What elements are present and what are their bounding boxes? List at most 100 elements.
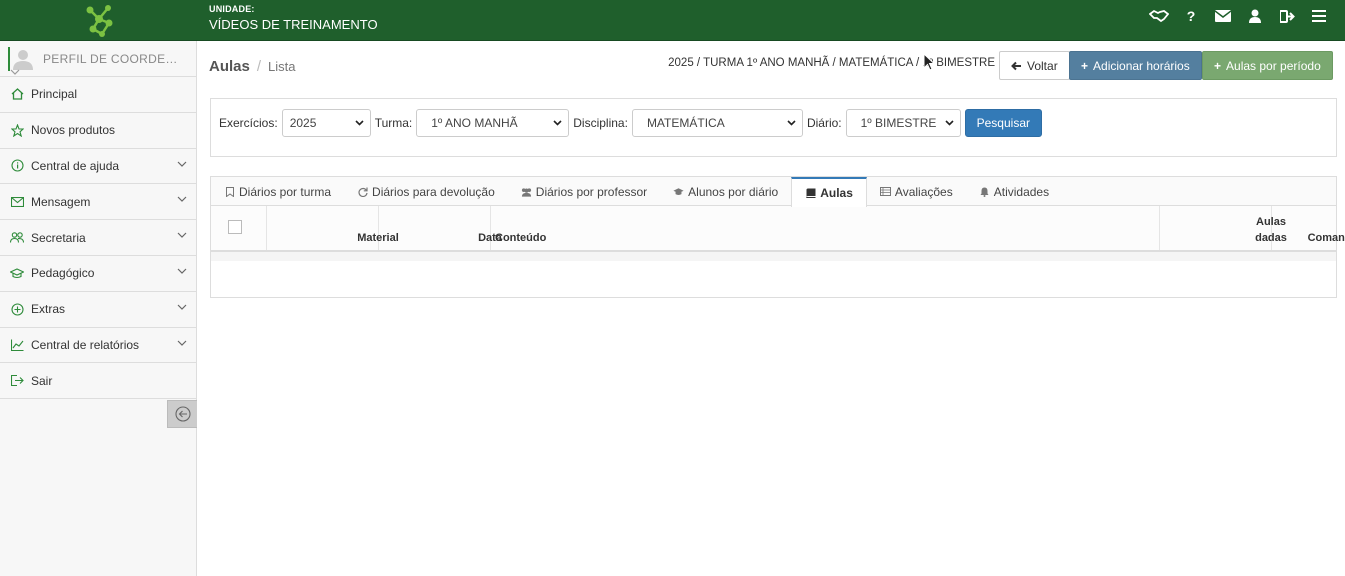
tab-label: Avaliações [894, 184, 953, 199]
exercicios-value: 2025 [289, 116, 317, 130]
tab-aulas[interactable]: Aulas [791, 177, 867, 207]
hamburger-menu-icon[interactable] [1303, 0, 1335, 32]
breadcrumb-section[interactable]: Aulas [209, 58, 250, 75]
star-icon [10, 123, 24, 137]
column-comandos-label: Comandos [1307, 232, 1345, 244]
sidebar-item-label: Mensagem [31, 194, 91, 209]
sidebar-item-extras[interactable]: Extras [0, 292, 196, 328]
profile-name: PERFIL DE COORDEN… [43, 51, 183, 66]
line-chart-icon [10, 338, 24, 352]
tab-label: Diários por turma [239, 184, 332, 199]
sidebar-item-secretaria[interactable]: Secretaria [0, 220, 196, 256]
sidebar: PERFIL DE COORDEN… Principal Novos produ… [0, 41, 197, 576]
tab-diarios-por-professor[interactable]: Diários por professor [508, 177, 660, 206]
sidebar-item-label: Sair [31, 373, 53, 388]
chevron-down-icon [177, 340, 187, 346]
chevron-down-icon [177, 196, 187, 203]
lessons-by-period-label: Aulas por período [1226, 58, 1321, 73]
top-icons: ? [1143, 0, 1335, 32]
tab-label: Alunos por diário [688, 184, 779, 199]
mouse-cursor-icon [923, 53, 935, 71]
sidebar-item-label: Novos produtos [31, 123, 116, 138]
sign-out-icon [10, 374, 24, 388]
sidebar-item-novos-produtos[interactable]: Novos produtos [0, 113, 196, 149]
breadcrumb-page: Lista [268, 59, 296, 74]
logout-icon[interactable] [1271, 0, 1303, 32]
tab-label: Aulas [820, 186, 853, 200]
add-schedule-button[interactable]: + Adicionar horários [1069, 51, 1202, 80]
arrow-left-icon [1011, 61, 1021, 70]
user-icon[interactable] [1239, 0, 1271, 32]
graduation-cap-icon [673, 186, 684, 197]
sidebar-item-sair[interactable]: Sair [0, 363, 196, 400]
exercicios-label: Exercícios: [219, 116, 278, 130]
column-data[interactable]: Data [379, 206, 502, 250]
back-button-label: Voltar [1027, 58, 1058, 73]
column-conteudo-label: Conteúdo [495, 232, 547, 244]
plus-icon: + [1081, 58, 1089, 73]
tab-bar: Diários por turma Diários para devolução… [211, 177, 1336, 207]
chevron-down-icon [177, 232, 187, 239]
info-icon [10, 159, 24, 173]
handshake-icon[interactable] [1143, 0, 1175, 32]
disciplina-label: Disciplina: [573, 116, 628, 130]
arrow-left-circle-icon [174, 406, 191, 422]
select-all-column [211, 206, 267, 250]
tab-diarios-por-turma[interactable]: Diários por turma [211, 177, 344, 206]
plus-icon: + [1214, 58, 1222, 73]
diario-select[interactable]: 1º BIMESTRE [845, 109, 961, 137]
filter-panel: Exercícios: 2025 Turma: 1º ANO MANHÃ Dis… [210, 98, 1337, 157]
chevron-down-icon [177, 268, 187, 274]
turma-select[interactable]: 1º ANO MANHÃ [416, 109, 570, 137]
users-icon [10, 231, 24, 245]
chevron-down-icon [945, 120, 954, 126]
tab-avaliacoes[interactable]: Avaliações [867, 177, 966, 206]
table-empty-row [211, 252, 1336, 261]
column-material[interactable]: Material [267, 206, 399, 250]
tab-label: Diários por professor [535, 184, 648, 199]
turma-label: Turma: [374, 116, 413, 130]
bell-icon [979, 186, 990, 197]
profile-selector[interactable]: PERFIL DE COORDEN… [0, 41, 196, 77]
sidebar-item-principal[interactable]: Principal [0, 77, 196, 113]
chevron-down-icon [177, 304, 187, 310]
column-aulas-dadas[interactable]: Aulas dadas [1160, 206, 1287, 250]
home-icon [10, 87, 24, 101]
tab-diarios-para-devolucao[interactable]: Diários para devolução [344, 177, 508, 206]
chevron-down-icon [355, 120, 364, 126]
sidebar-item-pedagogico[interactable]: Pedagógico [0, 256, 196, 292]
sidebar-item-central-de-ajuda[interactable]: Central de ajuda [0, 149, 196, 185]
add-schedule-label: Adicionar horários [1093, 58, 1190, 73]
tab-atividades[interactable]: Atividades [966, 177, 1062, 206]
chevron-down-icon[interactable] [10, 68, 20, 76]
tab-alunos-por-diario[interactable]: Alunos por diário [660, 177, 791, 206]
envelope-icon [10, 195, 24, 209]
lessons-by-period-button[interactable]: + Aulas por período [1202, 51, 1333, 80]
book-icon [805, 188, 816, 199]
collapse-sidebar-button[interactable] [167, 400, 197, 428]
sidebar-item-label: Central de relatórios [31, 337, 140, 352]
mail-icon[interactable] [1207, 0, 1239, 32]
disciplina-select[interactable]: MATEMÁTICA [631, 109, 803, 137]
unit-label: UNIDADE: [209, 4, 255, 14]
column-conteudo[interactable]: Conteúdo [491, 206, 1160, 250]
sidebar-item-mensagem[interactable]: Mensagem [0, 184, 196, 221]
help-icon[interactable]: ? [1175, 0, 1207, 32]
sidebar-item-central-de-relatorios[interactable]: Central de relatórios [0, 328, 196, 364]
table-header: Material Data Conteúdo Aulas dadas Coman… [211, 206, 1345, 252]
logo-icon[interactable] [80, 1, 118, 39]
chevron-down-icon [787, 120, 796, 126]
disciplina-value: MATEMÁTICA [646, 116, 725, 130]
exercicios-select[interactable]: 2025 [281, 109, 371, 137]
column-comandos: Comandos [1272, 206, 1345, 250]
sidebar-item-label: Principal [31, 87, 78, 102]
unit-name: VÍDEOS DE TREINAMENTO [209, 17, 378, 32]
main-content: Aulas / Lista 2025 / TURMA 1º ANO MANHÃ / … [197, 41, 1345, 576]
search-button[interactable]: Pesquisar [964, 109, 1042, 137]
back-button[interactable]: Voltar [999, 51, 1070, 80]
select-all-checkbox[interactable] [228, 220, 242, 234]
breadcrumb: Aulas / Lista [209, 58, 296, 75]
avatar-icon [13, 49, 33, 70]
sidebar-item-label: Secretaria [31, 230, 86, 245]
chevron-down-icon [553, 120, 562, 126]
